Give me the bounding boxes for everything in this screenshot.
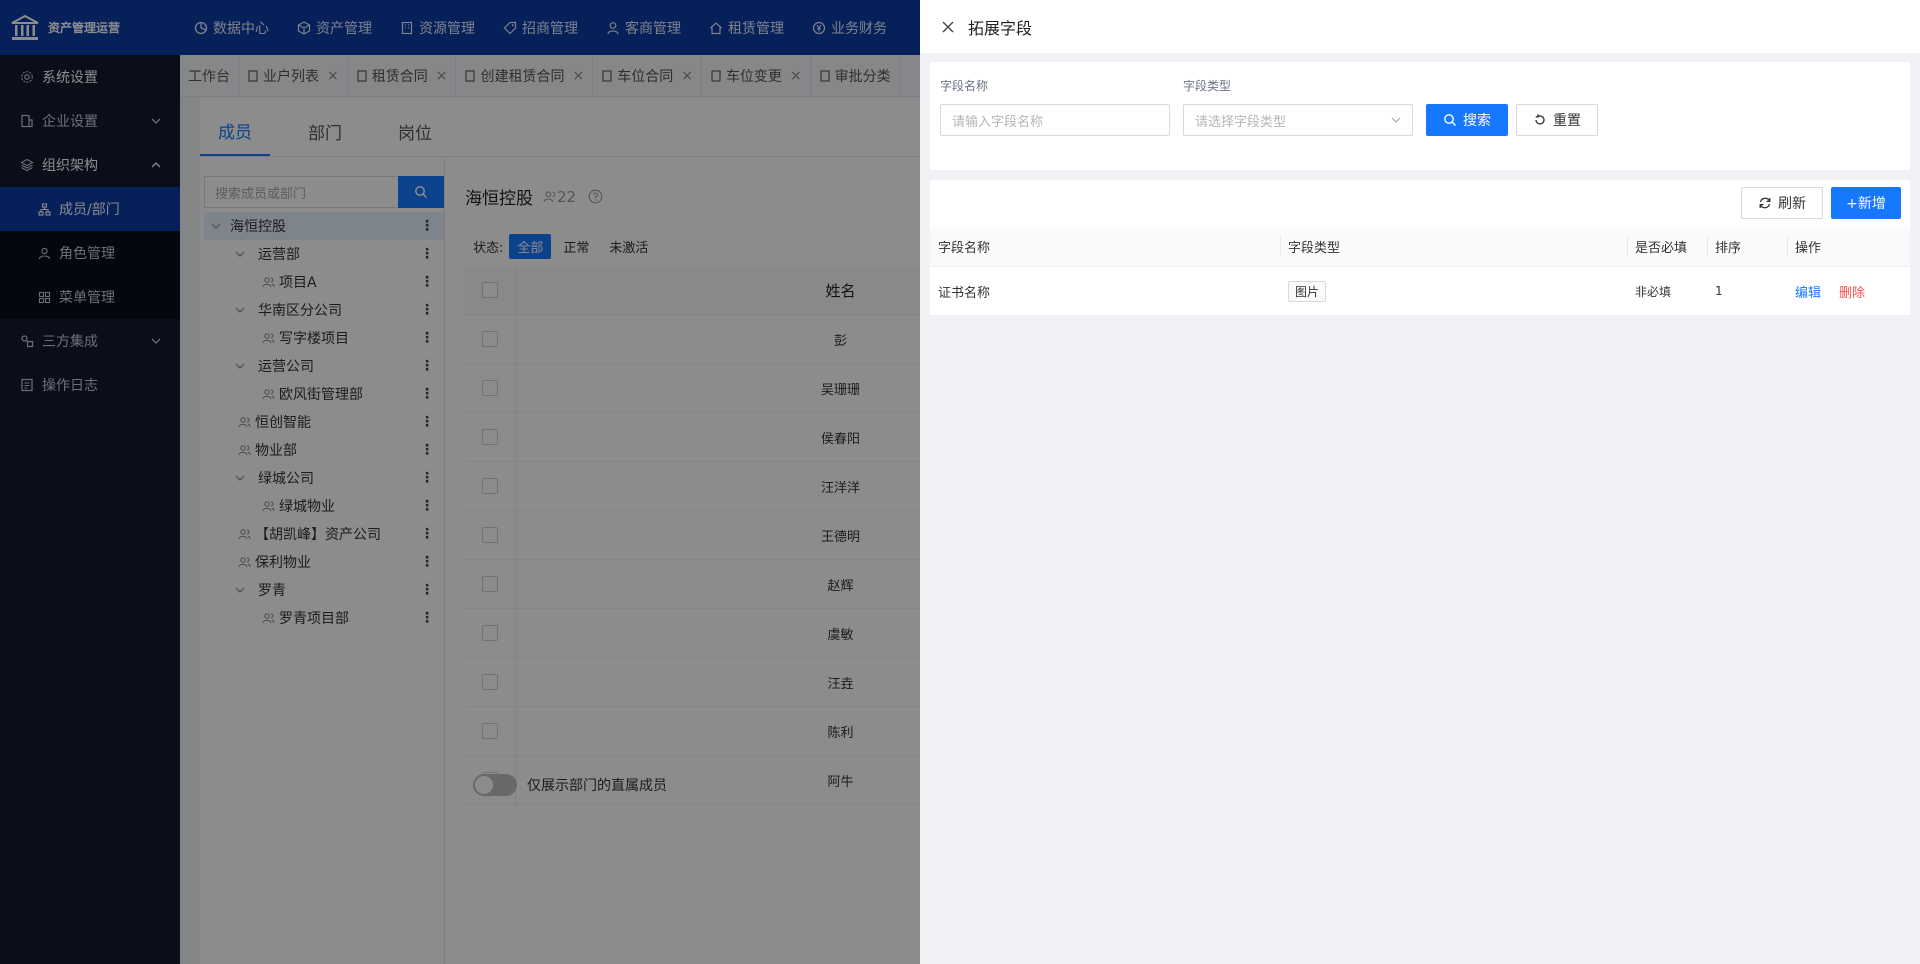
cell-actions: 编辑 删除 xyxy=(1787,267,1910,315)
col-header-sort: 排序 xyxy=(1707,227,1787,266)
delete-link[interactable]: 删除 xyxy=(1839,282,1865,301)
field-type-label: 字段类型 xyxy=(1183,79,1232,93)
cell-sort: 1 xyxy=(1715,284,1723,298)
col-header-required: 是否必填 xyxy=(1627,227,1707,266)
col-header-field-type: 字段类型 xyxy=(1280,227,1627,266)
search-button-label: 搜索 xyxy=(1463,113,1491,129)
cell-field-name: 证书名称 xyxy=(938,285,991,301)
refresh-button-label: 刷新 xyxy=(1778,196,1806,212)
search-button[interactable]: 搜索 xyxy=(1426,104,1508,136)
add-button-label: +新增 xyxy=(1846,196,1886,212)
fields-list-panel: 刷新 +新增 字段名称 字段类型 是否必填 排序 操作 证书名称 图片 非必填 … xyxy=(930,180,1910,315)
field-type-tag: 图片 xyxy=(1288,280,1327,302)
close-icon[interactable] xyxy=(940,19,956,35)
table-header: 字段名称 字段类型 是否必填 排序 操作 xyxy=(930,227,1910,267)
cell-required: 非必填 xyxy=(1635,284,1672,299)
field-name-input[interactable]: 请输入字段名称 xyxy=(940,104,1170,136)
edit-link[interactable]: 编辑 xyxy=(1795,282,1821,301)
reset-icon xyxy=(1533,113,1547,127)
fields-table: 字段名称 字段类型 是否必填 排序 操作 证书名称 图片 非必填 1 编辑 删除 xyxy=(930,227,1910,315)
add-field-button[interactable]: +新增 xyxy=(1831,187,1901,219)
reset-button[interactable]: 重置 xyxy=(1516,104,1598,136)
field-name-label: 字段名称 xyxy=(940,79,989,93)
extend-fields-drawer: 拓展字段 字段名称 请输入字段名称 字段类型 请选择字段类型 搜索 重置 刷新 … xyxy=(920,0,1920,964)
table-row: 证书名称 图片 非必填 1 编辑 删除 xyxy=(930,267,1910,315)
refresh-icon xyxy=(1758,196,1772,210)
field-type-placeholder: 请选择字段类型 xyxy=(1195,114,1287,130)
col-header-actions: 操作 xyxy=(1787,227,1910,266)
drawer-header: 拓展字段 xyxy=(920,0,1920,53)
field-type-select[interactable]: 请选择字段类型 xyxy=(1183,104,1413,136)
drawer-title: 拓展字段 xyxy=(968,18,1033,38)
cell-field-type: 图片 xyxy=(1280,267,1627,315)
col-header-field-name: 字段名称 xyxy=(938,241,991,256)
chevron-down-icon xyxy=(1390,114,1402,126)
search-icon xyxy=(1443,113,1457,127)
modal-overlay[interactable] xyxy=(0,0,920,964)
filter-panel: 字段名称 请输入字段名称 字段类型 请选择字段类型 搜索 重置 xyxy=(930,62,1910,170)
reset-button-label: 重置 xyxy=(1553,113,1581,129)
refresh-button[interactable]: 刷新 xyxy=(1741,187,1823,219)
